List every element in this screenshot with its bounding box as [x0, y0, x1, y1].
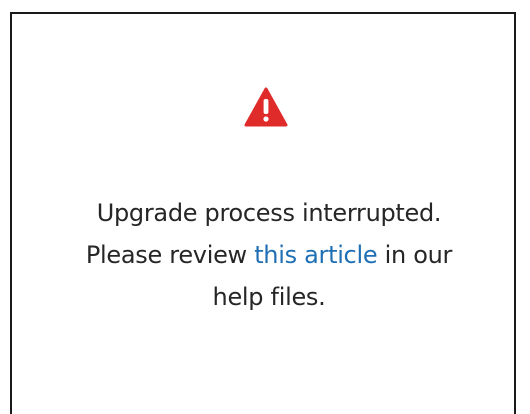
dialog-frame: Upgrade process interrupted. Please revi…: [0, 0, 530, 414]
warning-icon: [244, 87, 288, 127]
message-line-1: Upgrade process interrupted.: [96, 199, 442, 227]
message-line-3: help files.: [212, 283, 326, 311]
message-line-2: Please review this article in our: [12, 234, 526, 276]
error-dialog: Upgrade process interrupted. Please revi…: [12, 14, 514, 414]
error-message: Upgrade process interrupted. Please revi…: [12, 192, 526, 318]
help-article-link[interactable]: this article: [254, 241, 377, 269]
message-line-2-start: Please review: [85, 241, 255, 269]
message-line-2-end: in our: [377, 241, 453, 269]
